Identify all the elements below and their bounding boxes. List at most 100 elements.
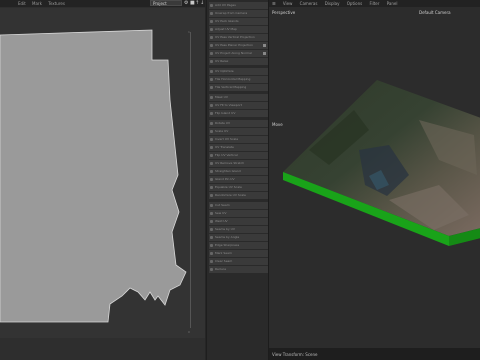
project-select-value: Project bbox=[153, 1, 167, 6]
viewport-panel[interactable]: ☰ View Cameras Display Options Filter Pa… bbox=[268, 0, 480, 360]
operator-icon bbox=[210, 186, 213, 189]
operator-label: UV Project Along Normal bbox=[215, 51, 252, 55]
operator-icon bbox=[210, 12, 213, 15]
upload-icon[interactable]: ↑ bbox=[195, 0, 199, 7]
operator-item[interactable]: Equalize UV Scale bbox=[209, 184, 268, 191]
operator-item[interactable]: Weld UV bbox=[209, 218, 268, 225]
operator-label: Seams by Angle bbox=[215, 235, 240, 239]
operator-item[interactable]: Sew UV bbox=[209, 210, 268, 217]
operator-label: Edge Sharpness bbox=[215, 243, 240, 247]
operator-icon bbox=[210, 52, 213, 55]
operator-item[interactable]: Scale UV bbox=[209, 128, 268, 135]
operator-icon bbox=[210, 178, 213, 181]
operator-item[interactable]: UV Optimize bbox=[209, 68, 268, 75]
operator-icon bbox=[210, 122, 213, 125]
menu-edit[interactable]: Edit bbox=[18, 1, 26, 6]
operator-item[interactable]: Adjust UV Map bbox=[209, 26, 268, 33]
operator-item[interactable]: Edge Sharpness bbox=[209, 242, 268, 249]
operator-label: Weld UV bbox=[215, 219, 228, 223]
project-select[interactable]: Project bbox=[150, 0, 182, 6]
operator-label: UV Pass Planar Projection bbox=[215, 43, 254, 47]
operator-label: Randomize UV Scale bbox=[215, 193, 246, 197]
operator-label: Scale UV bbox=[215, 129, 229, 133]
operator-label: Invert UV Scale bbox=[215, 137, 239, 141]
operator-icon bbox=[210, 28, 213, 31]
operator-item[interactable]: UV Project Along Normal bbox=[209, 50, 268, 57]
operator-icon bbox=[210, 70, 213, 73]
uv-editor-panel: Edit Mark Textures Project ⚙ ■ ↑ ↓ 1 0 bbox=[0, 0, 205, 360]
uv-canvas[interactable]: 1 0 bbox=[0, 8, 205, 338]
operator-item[interactable]: Tile Horizontal Mapping bbox=[209, 76, 268, 83]
operator-label: UV Pack Islands bbox=[215, 19, 239, 23]
operator-label: UV Pass Vertical Projection bbox=[215, 35, 255, 39]
operator-item[interactable]: Clear Seam bbox=[209, 258, 268, 265]
enable-checkbox[interactable] bbox=[263, 52, 266, 55]
operator-item[interactable]: Randomize UV Scale bbox=[209, 192, 268, 199]
operator-icon bbox=[210, 154, 213, 157]
operator-item[interactable]: Unwrap from Camera bbox=[209, 10, 268, 17]
operator-label: Sew UV bbox=[215, 211, 227, 215]
operator-label: UV Translate bbox=[215, 145, 234, 149]
operator-item[interactable]: Mark Seam bbox=[209, 250, 268, 257]
download-icon[interactable]: ↓ bbox=[200, 0, 204, 7]
operator-item[interactable]: UV Remove Stretch bbox=[209, 160, 268, 167]
operator-item[interactable]: Flip Island UV bbox=[209, 110, 268, 117]
gear-icon[interactable]: ⚙ bbox=[184, 0, 188, 7]
operator-item[interactable]: Island Pin UV bbox=[209, 176, 268, 183]
operator-label: Tile Vertical Mapping bbox=[215, 85, 247, 89]
operator-icon bbox=[210, 104, 213, 107]
operator-icon bbox=[210, 204, 213, 207]
operator-item[interactable]: Seams by Angle bbox=[209, 234, 268, 241]
operator-label: Clear Seam bbox=[215, 259, 233, 263]
operator-item[interactable]: UV Translate bbox=[209, 144, 268, 151]
enable-checkbox[interactable] bbox=[263, 44, 266, 47]
operator-item[interactable]: UV Relax bbox=[209, 58, 268, 65]
operator-label: Rotate UV bbox=[215, 121, 231, 125]
operator-label: Flip UV Vertical bbox=[215, 153, 238, 157]
operator-icon bbox=[210, 194, 213, 197]
uv-island-shape[interactable] bbox=[0, 8, 205, 338]
operator-icon bbox=[210, 96, 213, 99]
operator-item[interactable]: Tile Vertical Mapping bbox=[209, 84, 268, 91]
operator-icon bbox=[210, 212, 213, 215]
operator-item[interactable]: Reduce bbox=[209, 266, 268, 273]
operator-label: Reduce bbox=[215, 267, 227, 271]
operator-icon bbox=[210, 260, 213, 263]
operator-icon bbox=[210, 4, 213, 7]
operator-item[interactable]: Flip UV Vertical bbox=[209, 152, 268, 159]
operator-label: Equalize UV Scale bbox=[215, 185, 242, 189]
operator-item[interactable]: Seams by UV bbox=[209, 226, 268, 233]
operator-label: UV Relax bbox=[215, 59, 229, 63]
operator-label: Flip Island UV bbox=[215, 111, 236, 115]
terrain-mesh[interactable] bbox=[269, 0, 480, 348]
menu-textures[interactable]: Textures bbox=[48, 1, 65, 6]
operator-item[interactable]: UV Pass Planar Projection bbox=[209, 42, 268, 49]
operator-icon bbox=[210, 146, 213, 149]
operator-icon bbox=[210, 112, 213, 115]
operator-item[interactable]: Cut Seam bbox=[209, 202, 268, 209]
operator-item[interactable]: UV Pack Islands bbox=[209, 18, 268, 25]
operator-icon bbox=[210, 236, 213, 239]
operator-icon bbox=[210, 78, 213, 81]
operator-icon bbox=[210, 252, 213, 255]
operator-item[interactable]: UV Pass Vertical Projection bbox=[209, 34, 268, 41]
operator-item[interactable]: UV Fit to Viewport bbox=[209, 102, 268, 109]
operator-item[interactable]: Add UV Pages bbox=[209, 2, 268, 9]
operator-label: Add UV Pages bbox=[215, 3, 236, 7]
operator-icon bbox=[210, 228, 213, 231]
operator-icon bbox=[210, 138, 213, 141]
operator-icon bbox=[210, 220, 213, 223]
operator-label: UV Remove Stretch bbox=[215, 161, 245, 165]
operator-item[interactable]: Rotate UV bbox=[209, 120, 268, 127]
operator-label: UV Fit to Viewport bbox=[215, 103, 242, 107]
menu-mark[interactable]: Mark bbox=[32, 1, 42, 6]
operator-label: Adjust UV Map bbox=[215, 27, 237, 31]
operator-label: Mask UV bbox=[215, 95, 228, 99]
operator-item[interactable]: Invert UV Scale bbox=[209, 136, 268, 143]
operator-item[interactable]: Straighten Island bbox=[209, 168, 268, 175]
operator-item[interactable]: Mask UV bbox=[209, 94, 268, 101]
operator-icon bbox=[210, 60, 213, 63]
operator-label: Unwrap from Camera bbox=[215, 11, 248, 15]
operator-icon bbox=[210, 44, 213, 47]
operator-icon bbox=[210, 86, 213, 89]
